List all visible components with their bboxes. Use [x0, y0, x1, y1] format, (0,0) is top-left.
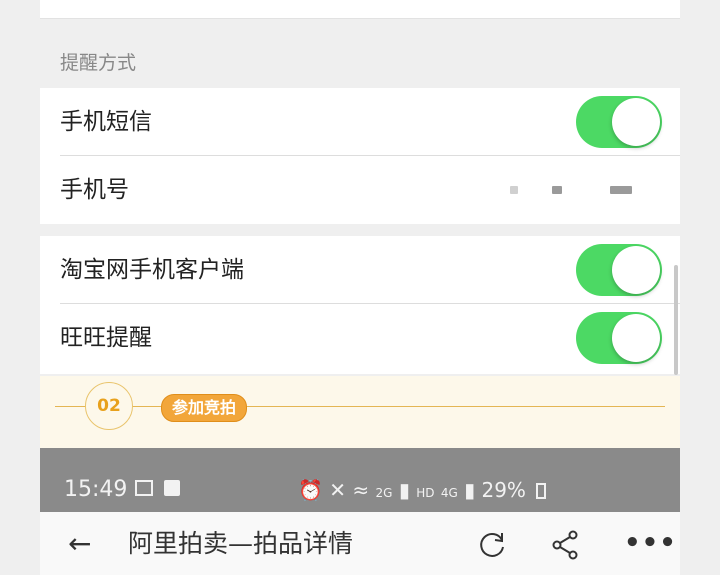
status-bar: 15:49 ⏰ ✕ ≈ 2G ▮ HD 4G ▮ 29%: [40, 448, 680, 512]
signal-hd-label: HD: [416, 486, 435, 500]
image-notification-icon: [135, 480, 153, 496]
toggle-sms[interactable]: [576, 96, 662, 148]
back-arrow-icon[interactable]: ←: [68, 512, 91, 575]
wifi-icon: ≈: [352, 478, 370, 502]
setting-label-taobao-app: 淘宝网手机客户端: [60, 257, 244, 283]
top-strip: [40, 0, 680, 19]
nav-bar: ← 阿里拍卖—拍品详情 •••: [40, 512, 680, 575]
setting-label-wangwang: 旺旺提醒: [60, 325, 152, 351]
masked-phone-part-2: [552, 186, 562, 194]
scrollbar[interactable]: [674, 265, 678, 375]
mute-icon: ✕: [329, 478, 347, 502]
settings-group-sms: 手机短信 手机号: [40, 88, 680, 224]
masked-phone-part-3: [610, 186, 632, 194]
setting-row-wangwang[interactable]: 旺旺提醒: [40, 304, 680, 372]
settings-group-apps: 淘宝网手机客户端 旺旺提醒: [40, 236, 680, 374]
signal-2g-label: 2G: [375, 486, 393, 500]
alarm-icon: ⏰: [298, 478, 323, 502]
step-banner: 02 参加竞拍: [40, 376, 680, 448]
refresh-icon[interactable]: [478, 530, 508, 560]
toggle-knob: [612, 246, 660, 294]
setting-label-phone: 手机号: [60, 177, 129, 203]
masked-phone-part-1: [510, 186, 518, 194]
page-title: 阿里拍卖—拍品详情: [128, 529, 354, 558]
toggle-taobao-app[interactable]: [576, 244, 662, 296]
more-options-icon[interactable]: •••: [624, 512, 677, 575]
share-icon[interactable]: [551, 530, 581, 560]
signal-bars-icon: ▮: [398, 478, 410, 502]
setting-row-sms[interactable]: 手机短信: [40, 88, 680, 156]
setting-label-sms: 手机短信: [60, 109, 152, 135]
check-notification-icon: [164, 480, 180, 496]
section-header-reminder: 提醒方式: [60, 52, 137, 74]
toggle-knob: [612, 314, 660, 362]
step-number-badge: 02: [85, 382, 133, 430]
toggle-wangwang[interactable]: [576, 312, 662, 364]
setting-row-phone[interactable]: 手机号: [40, 156, 680, 224]
battery-icon: [536, 483, 547, 499]
step-label-pill: 参加竞拍: [161, 394, 248, 422]
setting-row-taobao-app[interactable]: 淘宝网手机客户端: [40, 236, 680, 304]
signal-4g-label: 4G: [440, 486, 458, 500]
toggle-knob: [612, 98, 660, 146]
signal-bars-icon-2: ▮: [464, 478, 476, 502]
battery-percent: 29%: [481, 478, 526, 502]
step-line: [55, 406, 665, 407]
